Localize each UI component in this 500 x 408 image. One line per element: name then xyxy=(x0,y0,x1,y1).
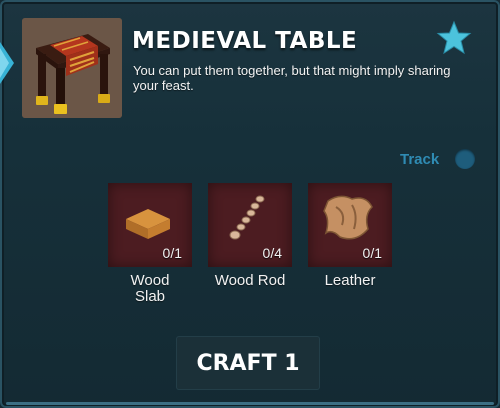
wood-rod-icon xyxy=(229,195,265,240)
leather-icon xyxy=(323,195,373,240)
track-label[interactable]: Track xyxy=(400,151,439,168)
track-toggle[interactable] xyxy=(455,149,475,169)
craft-button[interactable]: CRAFT 1 xyxy=(176,336,320,390)
item-description: You can put them together, but that migh… xyxy=(133,63,451,93)
left-arrow-tab-icon[interactable] xyxy=(0,38,20,88)
ingredient-slot-leather[interactable]: 0/1 xyxy=(308,183,392,267)
ingredient-count: 0/4 xyxy=(262,245,282,261)
ingredient-label-text: Wood Slab xyxy=(130,272,170,305)
item-title: MEDIEVAL TABLE xyxy=(132,28,358,54)
ingredient-count: 0/1 xyxy=(362,245,382,261)
ingredient-label: Wood Slab xyxy=(100,273,200,305)
wood-slab-icon xyxy=(126,209,170,239)
ingredient-slot-wood-rod[interactable]: 0/4 xyxy=(208,183,292,267)
medieval-table-icon xyxy=(22,18,122,118)
ingredient-count: 0/1 xyxy=(162,245,182,261)
ingredient-label: Leather xyxy=(324,272,376,289)
ingredient-slot-wood-slab[interactable]: 0/1 xyxy=(108,183,192,267)
ingredient-label: Wood Rod xyxy=(214,272,286,289)
star-icon[interactable] xyxy=(436,20,472,56)
item-thumbnail xyxy=(22,18,122,118)
